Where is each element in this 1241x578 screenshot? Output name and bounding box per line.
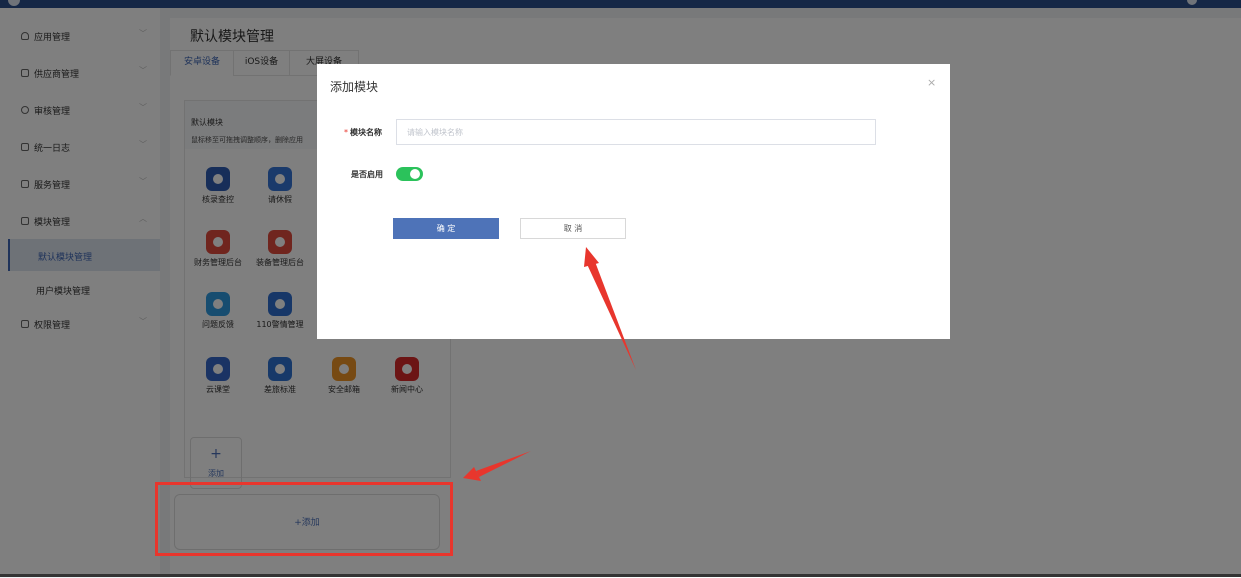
cancel-button[interactable]: 取 消 (520, 218, 626, 239)
module-name-input[interactable] (396, 119, 876, 145)
add-module-dialog: 添加模块 × *模块名称 是否启用 确 定 取 消 (317, 64, 950, 339)
modal-title: 添加模块 (330, 80, 379, 94)
close-icon[interactable]: × (927, 76, 936, 89)
module-name-label: * 模块名称 (344, 128, 382, 137)
confirm-button[interactable]: 确 定 (393, 218, 499, 239)
switch-knob (410, 169, 420, 179)
enable-switch[interactable] (396, 167, 423, 181)
enable-label: 是否启用 (351, 170, 383, 179)
annotation-highlight-box (155, 482, 453, 556)
